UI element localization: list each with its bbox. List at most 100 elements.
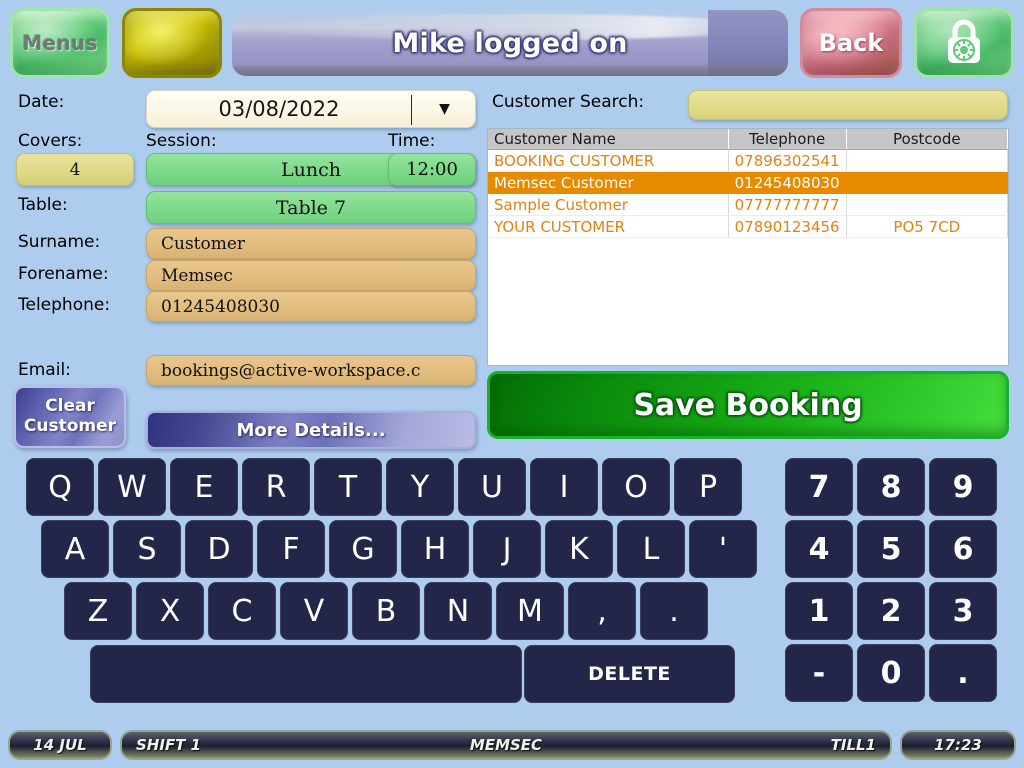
key-num-7[interactable]: 7 [785, 458, 853, 516]
key-num-0[interactable]: 0 [857, 644, 925, 702]
key-u-label: U [481, 469, 503, 505]
key-s[interactable]: S [113, 520, 181, 578]
date-label: Date: [18, 92, 65, 112]
key-w[interactable]: W [98, 458, 166, 516]
table-row[interactable]: BOOKING CUSTOMER 07896302541 [488, 149, 1009, 172]
key-num-3[interactable]: 3 [929, 582, 997, 640]
clear-customer-label-line1: Clear [45, 396, 95, 417]
key-r-label: R [265, 469, 287, 505]
column-header-telephone: Telephone [728, 129, 847, 150]
key-num-1-label: 1 [808, 593, 830, 629]
key-z[interactable]: Z [64, 582, 132, 640]
surname-field[interactable]: Customer [146, 228, 476, 259]
table-row[interactable]: Memsec Customer 01245408030 [488, 171, 1009, 194]
table-field[interactable]: Table 7 [146, 191, 476, 224]
cell-postcode [846, 171, 1009, 194]
key-num-1[interactable]: 1 [785, 582, 853, 640]
cell-postcode [846, 193, 1009, 216]
save-booking-label: Save Booking [633, 387, 863, 423]
key-o[interactable]: O [602, 458, 670, 516]
back-button[interactable]: Back [800, 8, 902, 78]
key-x[interactable]: X [136, 582, 204, 640]
cell-customer-name: YOUR CUSTOMER [488, 215, 729, 238]
key-apostrophe[interactable]: ' [689, 520, 757, 578]
telephone-field[interactable]: 01245408030 [146, 291, 476, 322]
key-period[interactable]: . [640, 582, 708, 640]
key-a[interactable]: A [41, 520, 109, 578]
key-k[interactable]: K [545, 520, 613, 578]
page-title: Mike logged on [392, 27, 628, 59]
more-details-button[interactable]: More Details... [146, 411, 476, 449]
key-p[interactable]: P [674, 458, 742, 516]
key-f[interactable]: F [257, 520, 325, 578]
more-details-label: More Details... [236, 419, 386, 441]
blank-yellow-button[interactable] [122, 8, 222, 78]
forename-field[interactable]: Memsec [146, 260, 476, 291]
forename-label: Forename: [18, 264, 109, 284]
key-d[interactable]: D [185, 520, 253, 578]
key-o-label: O [624, 469, 648, 505]
key-minus[interactable]: - [785, 644, 853, 702]
table-row[interactable]: YOUR CUSTOMER 07890123456 PO5 7CD [488, 215, 1009, 238]
key-num-5[interactable]: 5 [857, 520, 925, 578]
key-delete[interactable]: DELETE [524, 645, 735, 703]
key-j[interactable]: J [473, 520, 541, 578]
key-m[interactable]: M [496, 582, 564, 640]
key-minus-label: - [812, 655, 826, 691]
status-bar: 14 JUL SHIFT 1 MEMSEC TILL1 17:23 [0, 728, 1024, 764]
key-y[interactable]: Y [386, 458, 454, 516]
key-i-label: I [559, 469, 569, 505]
covers-label: Covers: [18, 131, 83, 151]
key-c[interactable]: C [208, 582, 276, 640]
key-i[interactable]: I [530, 458, 598, 516]
key-v-label: V [303, 593, 325, 629]
key-j-label: J [502, 531, 512, 567]
key-a-label: A [64, 531, 86, 567]
key-t-label: T [338, 469, 358, 505]
key-r[interactable]: R [242, 458, 310, 516]
time-label: Time: [388, 131, 436, 151]
time-field[interactable]: 12:00 [388, 153, 476, 186]
lock-button[interactable] [914, 8, 1014, 78]
clear-customer-label-line2: Customer [23, 416, 117, 436]
key-m-label: M [517, 593, 543, 629]
key-k-label: K [569, 531, 589, 567]
table-label: Table: [18, 195, 68, 215]
cell-customer-name: Sample Customer [488, 193, 729, 216]
key-n[interactable]: N [424, 582, 492, 640]
date-field[interactable]: 03/08/2022 ▼ [146, 90, 476, 128]
customer-search-input[interactable] [688, 90, 1008, 120]
date-value: 03/08/2022 [218, 97, 340, 121]
key-b[interactable]: B [352, 582, 420, 640]
clear-customer-button[interactable]: Clear Customer [14, 386, 126, 448]
key-num-6[interactable]: 6 [929, 520, 997, 578]
key-e[interactable]: E [170, 458, 238, 516]
table-row[interactable]: Sample Customer 07777777777 [488, 193, 1009, 216]
cell-postcode: PO5 7CD [846, 215, 1009, 238]
key-v[interactable]: V [280, 582, 348, 640]
key-u[interactable]: U [458, 458, 526, 516]
customer-results-table[interactable]: Customer Name Telephone Postcode BOOKING… [487, 128, 1009, 366]
save-booking-button[interactable]: Save Booking [487, 371, 1009, 439]
menus-button[interactable]: Menus [10, 8, 110, 78]
key-c-label: C [231, 593, 253, 629]
covers-field[interactable]: 4 [16, 153, 134, 186]
status-till: TILL1 [830, 736, 876, 754]
key-g[interactable]: G [329, 520, 397, 578]
key-num-2[interactable]: 2 [857, 582, 925, 640]
key-t[interactable]: T [314, 458, 382, 516]
key-num-4[interactable]: 4 [785, 520, 853, 578]
key-comma[interactable]: , [568, 582, 636, 640]
key-num-9[interactable]: 9 [929, 458, 997, 516]
key-q[interactable]: Q [26, 458, 94, 516]
key-num-8[interactable]: 8 [857, 458, 925, 516]
column-header-customer-name: Customer Name [488, 129, 729, 150]
key-h[interactable]: H [401, 520, 469, 578]
key-space[interactable] [90, 645, 522, 703]
chevron-down-icon[interactable]: ▼ [412, 91, 477, 127]
key-decimal[interactable]: . [929, 644, 997, 702]
email-field[interactable]: bookings@active-workspace.c [146, 355, 476, 386]
key-z-label: Z [87, 593, 109, 629]
key-l[interactable]: L [617, 520, 685, 578]
key-n-label: N [446, 593, 470, 629]
